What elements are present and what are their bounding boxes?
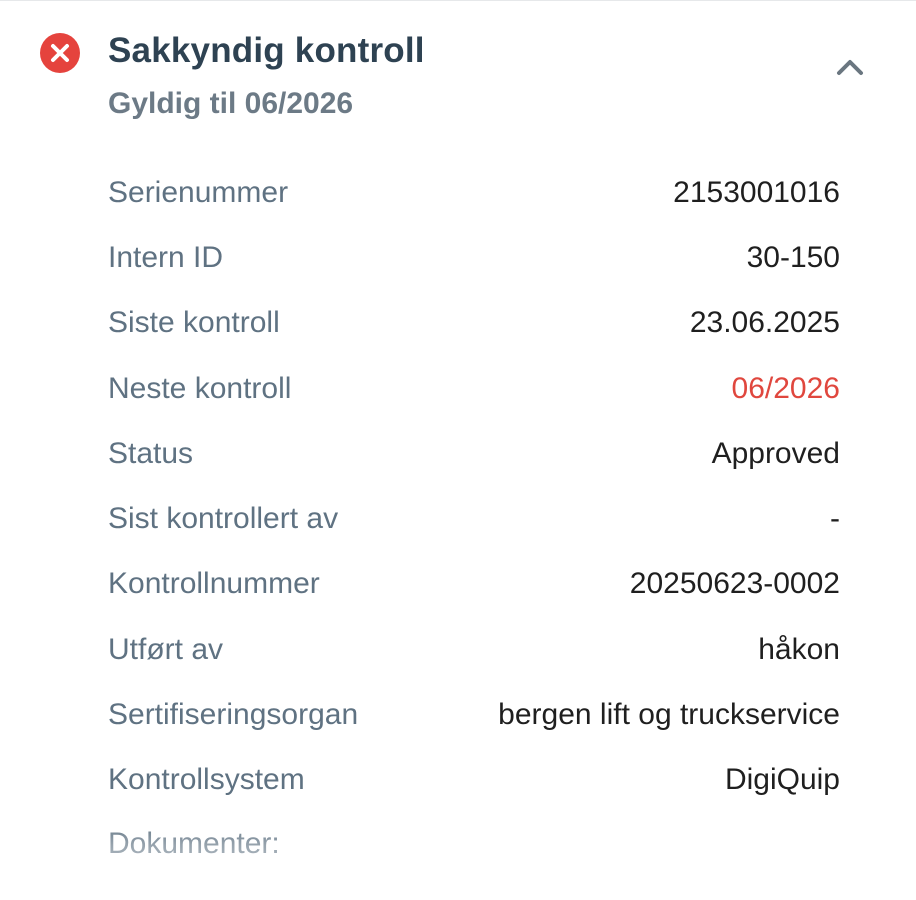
detail-value: bergen lift og truckservice [498,698,840,732]
detail-row-last-inspected-by: Sist kontrollert av - [108,486,840,551]
detail-value: Approved [711,436,840,470]
detail-row-certification-body: Sertifiseringsorgan bergen lift og truck… [108,682,840,747]
detail-label: Kontrollsystem [108,763,305,797]
detail-row-next-inspection: Neste kontroll 06/2026 [108,356,840,421]
detail-value: håkon [758,632,840,666]
detail-label: Neste kontroll [108,371,292,405]
detail-row-last-inspection: Siste kontroll 23.06.2025 [108,291,840,356]
detail-value: - [830,502,840,536]
detail-row-performed-by: Utført av håkon [108,617,840,682]
inspection-card: Sakkyndig kontroll Gyldig til 06/2026 Se… [0,0,916,900]
details-list: Serienummer 2153001016 Intern ID 30-150 … [108,160,840,813]
detail-label: Siste kontroll [108,306,280,340]
detail-row-internal-id: Intern ID 30-150 [108,225,840,290]
detail-label: Kontrollnummer [108,567,320,601]
detail-row-status: Status Approved [108,421,840,486]
detail-label: Utført av [108,632,224,666]
documents-label: Dokumenter: [108,827,280,860]
detail-label: Intern ID [108,240,224,274]
card-title: Sakkyndig kontroll [108,31,425,70]
detail-value: 20250623-0002 [629,567,840,601]
error-status-icon [40,33,80,73]
detail-value: DigiQuip [724,763,840,797]
chevron-up-icon [837,60,863,75]
detail-label: Sertifiseringsorgan [108,698,359,732]
detail-label: Sist kontrollert av [108,502,339,536]
detail-row-inspection-system: Kontrollsystem DigiQuip [108,748,840,813]
validity-subtitle: Gyldig til 06/2026 [108,87,354,120]
detail-row-inspection-number: Kontrollnummer 20250623-0002 [108,552,840,617]
detail-row-serial-number: Serienummer 2153001016 [108,160,840,225]
collapse-button[interactable] [826,47,874,87]
detail-label: Status [108,436,194,470]
detail-label: Serienummer [108,175,289,209]
detail-value: 23.06.2025 [689,306,840,340]
detail-value-overdue: 06/2026 [731,371,840,405]
detail-value: 2153001016 [673,175,840,209]
detail-value: 30-150 [746,240,840,274]
